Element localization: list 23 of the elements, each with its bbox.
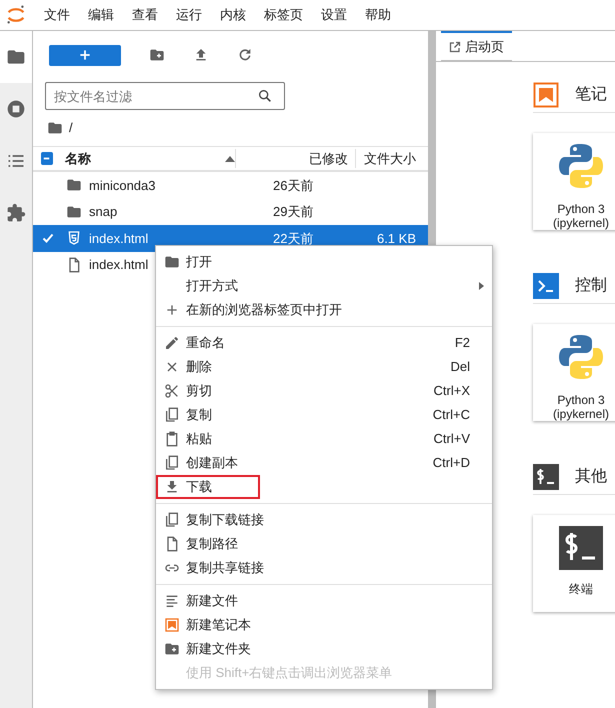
card-label: Python 3	[557, 202, 605, 216]
section-title: 笔记	[575, 84, 607, 104]
card-label: 终端	[569, 582, 593, 596]
section-title: 其他	[575, 466, 607, 486]
file-name: index.html	[89, 230, 148, 248]
shortcut-text: Ctrl+C	[432, 406, 470, 424]
file-name: snap	[89, 203, 118, 221]
modified-time: 22天前	[273, 230, 314, 248]
section-title: 控制	[575, 276, 607, 296]
shortcut-text: Ctrl+X	[434, 382, 470, 400]
shortcut-text: Ctrl+V	[434, 430, 470, 448]
file-name: miniconda3	[89, 176, 156, 194]
menu-hint: 使用 Shift+右键点击调出浏览器菜单	[185, 664, 394, 682]
card-sublabel: (ipykernel)	[552, 407, 609, 421]
card-sublabel: (ipykernel)	[552, 216, 609, 230]
card-label: Python 3	[557, 393, 605, 407]
file-size: 6.1 KB	[376, 230, 417, 248]
shortcut-text: F2	[454, 334, 470, 352]
file-name: index.html	[89, 256, 148, 274]
modified-time: 29天前	[273, 203, 314, 221]
shortcut-text: Del	[450, 358, 470, 376]
shortcut-text: Ctrl+D	[432, 454, 470, 472]
modified-time: 26天前	[273, 176, 314, 194]
